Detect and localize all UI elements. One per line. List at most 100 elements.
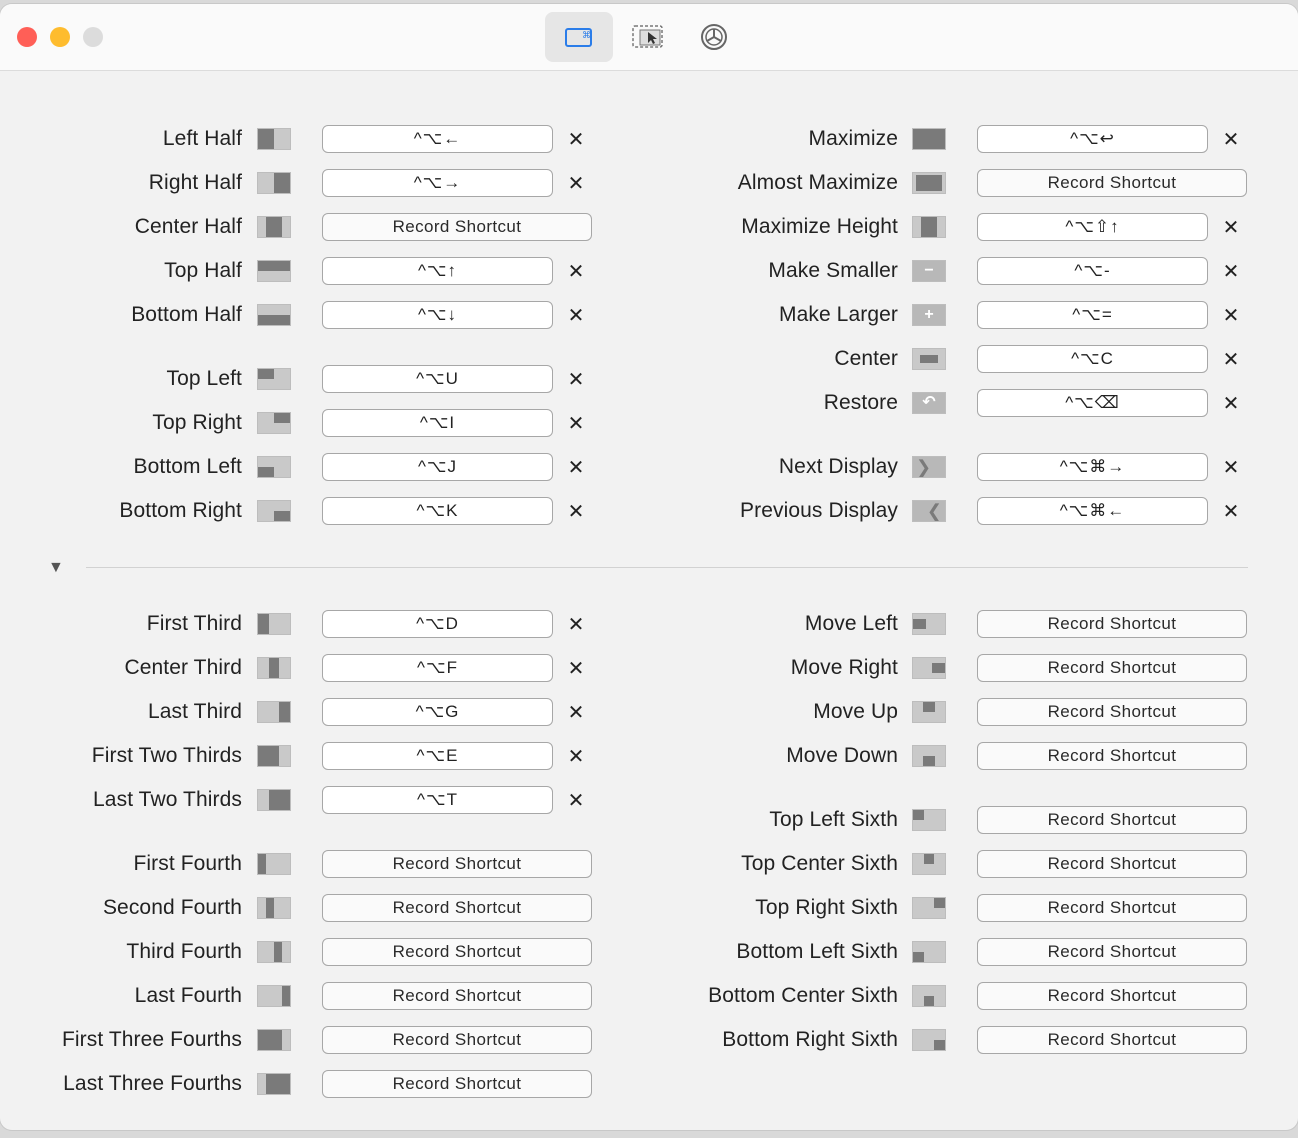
clear-shortcut-icon[interactable]: ✕ bbox=[1218, 302, 1244, 328]
shortcut-label: Almost Maximize bbox=[737, 171, 898, 194]
shortcut-field[interactable]: ^⌥↩ bbox=[977, 125, 1208, 153]
shortcut-label: Top Left Sixth bbox=[769, 808, 898, 831]
shortcut-row-next-display: Next Display ❯ ^⌥⌘→ ✕ bbox=[0, 452, 1298, 482]
shortcut-row-move-up: Move Up Record Shortcut bbox=[0, 697, 1298, 727]
svg-text:⌘: ⌘ bbox=[582, 31, 591, 41]
shortcut-field[interactable]: ^⌥⌘→ bbox=[977, 453, 1208, 481]
make-larger-icon: + bbox=[912, 304, 946, 326]
shortcut-label: Restore bbox=[823, 391, 898, 414]
section-divider bbox=[86, 567, 1248, 568]
make-smaller-icon: − bbox=[912, 260, 946, 282]
title-bar: ⌘ bbox=[0, 4, 1298, 71]
shortcut-label: Move Left bbox=[804, 612, 898, 635]
shortcut-label: Previous Display bbox=[740, 499, 898, 522]
shortcut-label: Move Right bbox=[790, 656, 898, 679]
zoom-window-button[interactable] bbox=[83, 27, 103, 47]
cursor-window-icon bbox=[632, 25, 663, 48]
record-shortcut-button[interactable]: Record Shortcut bbox=[977, 610, 1247, 638]
record-shortcut-button[interactable]: Record Shortcut bbox=[322, 1070, 592, 1098]
shortcut-field[interactable]: ^⌥= bbox=[977, 301, 1208, 329]
shortcut-label: Move Down bbox=[786, 744, 898, 767]
disclosure-triangle-icon[interactable]: ▼ bbox=[48, 559, 64, 577]
shortcut-row-make-larger: Make Larger + ^⌥= ✕ bbox=[0, 300, 1298, 330]
clear-shortcut-icon[interactable]: ✕ bbox=[1218, 214, 1244, 240]
shortcut-list: ▼ Left Half ^⌥← ✕ Right Half ^⌥→ ✕ Center Half… bbox=[0, 70, 1298, 1130]
record-shortcut-button[interactable]: Record Shortcut bbox=[977, 806, 1247, 834]
shortcut-row-restore: Restore ↶ ^⌥⌫ ✕ bbox=[0, 388, 1298, 418]
shortcut-label: Bottom Center Sixth bbox=[708, 984, 898, 1007]
shortcut-row-previous-display: Previous Display ❮ ^⌥⌘← ✕ bbox=[0, 496, 1298, 526]
record-shortcut-button[interactable]: Record Shortcut bbox=[977, 850, 1247, 878]
bottom-left-sixth-icon bbox=[912, 941, 946, 963]
record-shortcut-button[interactable]: Record Shortcut bbox=[977, 982, 1247, 1010]
shortcut-row-bottom-left-sixth: Bottom Left Sixth Record Shortcut bbox=[0, 937, 1298, 967]
shortcut-label: Maximize bbox=[808, 127, 898, 150]
record-shortcut-button[interactable]: Record Shortcut bbox=[977, 654, 1247, 682]
shortcut-row-move-right: Move Right Record Shortcut bbox=[0, 653, 1298, 683]
shortcut-row-move-down: Move Down Record Shortcut bbox=[0, 741, 1298, 771]
bottom-right-sixth-icon bbox=[912, 1029, 946, 1051]
center-icon bbox=[912, 348, 946, 370]
clear-shortcut-icon[interactable]: ✕ bbox=[1218, 258, 1244, 284]
top-right-sixth-icon bbox=[912, 897, 946, 919]
clear-shortcut-icon[interactable]: ✕ bbox=[1218, 454, 1244, 480]
clear-shortcut-icon[interactable]: ✕ bbox=[1218, 498, 1244, 524]
clear-shortcut-icon[interactable]: ✕ bbox=[1218, 346, 1244, 372]
top-left-sixth-icon bbox=[912, 809, 946, 831]
record-shortcut-button[interactable]: Record Shortcut bbox=[977, 1026, 1247, 1054]
restore-icon: ↶ bbox=[912, 392, 946, 414]
shortcut-label: Make Larger bbox=[779, 303, 898, 326]
shortcut-field[interactable]: ^⌥- bbox=[977, 257, 1208, 285]
record-shortcut-button[interactable]: Record Shortcut bbox=[977, 938, 1247, 966]
shortcut-row-top-left-sixth: Top Left Sixth Record Shortcut bbox=[0, 805, 1298, 835]
gear-icon bbox=[701, 24, 727, 50]
move-down-icon bbox=[912, 745, 946, 767]
last-three-fourths-icon bbox=[257, 1073, 291, 1095]
record-shortcut-button[interactable]: Record Shortcut bbox=[977, 698, 1247, 726]
shortcut-field[interactable]: ^⌥⇧↑ bbox=[977, 213, 1208, 241]
shortcut-label: Bottom Right Sixth bbox=[722, 1028, 898, 1051]
shortcut-label: Top Center Sixth bbox=[741, 852, 898, 875]
shortcut-label: Next Display bbox=[778, 455, 898, 478]
snap-areas-tab[interactable] bbox=[614, 12, 682, 62]
clear-shortcut-icon[interactable]: ✕ bbox=[1218, 390, 1244, 416]
almost-maximize-icon bbox=[912, 172, 946, 194]
close-window-button[interactable] bbox=[17, 27, 37, 47]
shortcut-label: Make Smaller bbox=[768, 259, 898, 282]
keyboard-shortcuts-tab[interactable]: ⌘ bbox=[545, 12, 613, 62]
shortcut-field[interactable]: ^⌥⌘← bbox=[977, 497, 1208, 525]
shortcut-row-center: Center ^⌥C ✕ bbox=[0, 344, 1298, 374]
shortcut-row-top-center-sixth: Top Center Sixth Record Shortcut bbox=[0, 849, 1298, 879]
top-center-sixth-icon bbox=[912, 853, 946, 875]
window-keyboard-icon: ⌘ bbox=[565, 28, 592, 47]
maximize-icon bbox=[912, 128, 946, 150]
record-shortcut-button[interactable]: Record Shortcut bbox=[977, 169, 1247, 197]
shortcut-label: Bottom Left Sixth bbox=[736, 940, 898, 963]
shortcut-row-last-three-fourths: Last Three Fourths Record Shortcut bbox=[0, 1069, 1298, 1099]
shortcut-row-move-left: Move Left Record Shortcut bbox=[0, 609, 1298, 639]
minimize-window-button[interactable] bbox=[50, 27, 70, 47]
shortcut-row-maximize: Maximize ^⌥↩ ✕ bbox=[0, 124, 1298, 154]
shortcut-field[interactable]: ^⌥C bbox=[977, 345, 1208, 373]
record-shortcut-button[interactable]: Record Shortcut bbox=[977, 894, 1247, 922]
move-right-icon bbox=[912, 657, 946, 679]
move-left-icon bbox=[912, 613, 946, 635]
move-up-icon bbox=[912, 701, 946, 723]
settings-tab[interactable] bbox=[680, 12, 748, 62]
preferences-window: ⌘ ▼ Left Half ^⌥← ✕ Right Half ^⌥→ ✕ Center Ha… bbox=[0, 4, 1298, 1130]
previous-display-icon: ❮ bbox=[912, 500, 946, 522]
shortcut-row-top-right-sixth: Top Right Sixth Record Shortcut bbox=[0, 893, 1298, 923]
shortcut-label: Center bbox=[834, 347, 898, 370]
shortcut-label: Last Three Fourths bbox=[63, 1072, 242, 1095]
bottom-center-sixth-icon bbox=[912, 985, 946, 1007]
shortcut-label: Top Right Sixth bbox=[755, 896, 898, 919]
shortcut-row-bottom-center-sixth: Bottom Center Sixth Record Shortcut bbox=[0, 981, 1298, 1011]
maximize-height-icon bbox=[912, 216, 946, 238]
shortcut-label: Maximize Height bbox=[741, 215, 898, 238]
record-shortcut-button[interactable]: Record Shortcut bbox=[977, 742, 1247, 770]
shortcut-field[interactable]: ^⌥⌫ bbox=[977, 389, 1208, 417]
clear-shortcut-icon[interactable]: ✕ bbox=[1218, 126, 1244, 152]
shortcut-row-make-smaller: Make Smaller − ^⌥- ✕ bbox=[0, 256, 1298, 286]
shortcut-row-bottom-right-sixth: Bottom Right Sixth Record Shortcut bbox=[0, 1025, 1298, 1055]
shortcut-row-almost-maximize: Almost Maximize Record Shortcut bbox=[0, 168, 1298, 198]
